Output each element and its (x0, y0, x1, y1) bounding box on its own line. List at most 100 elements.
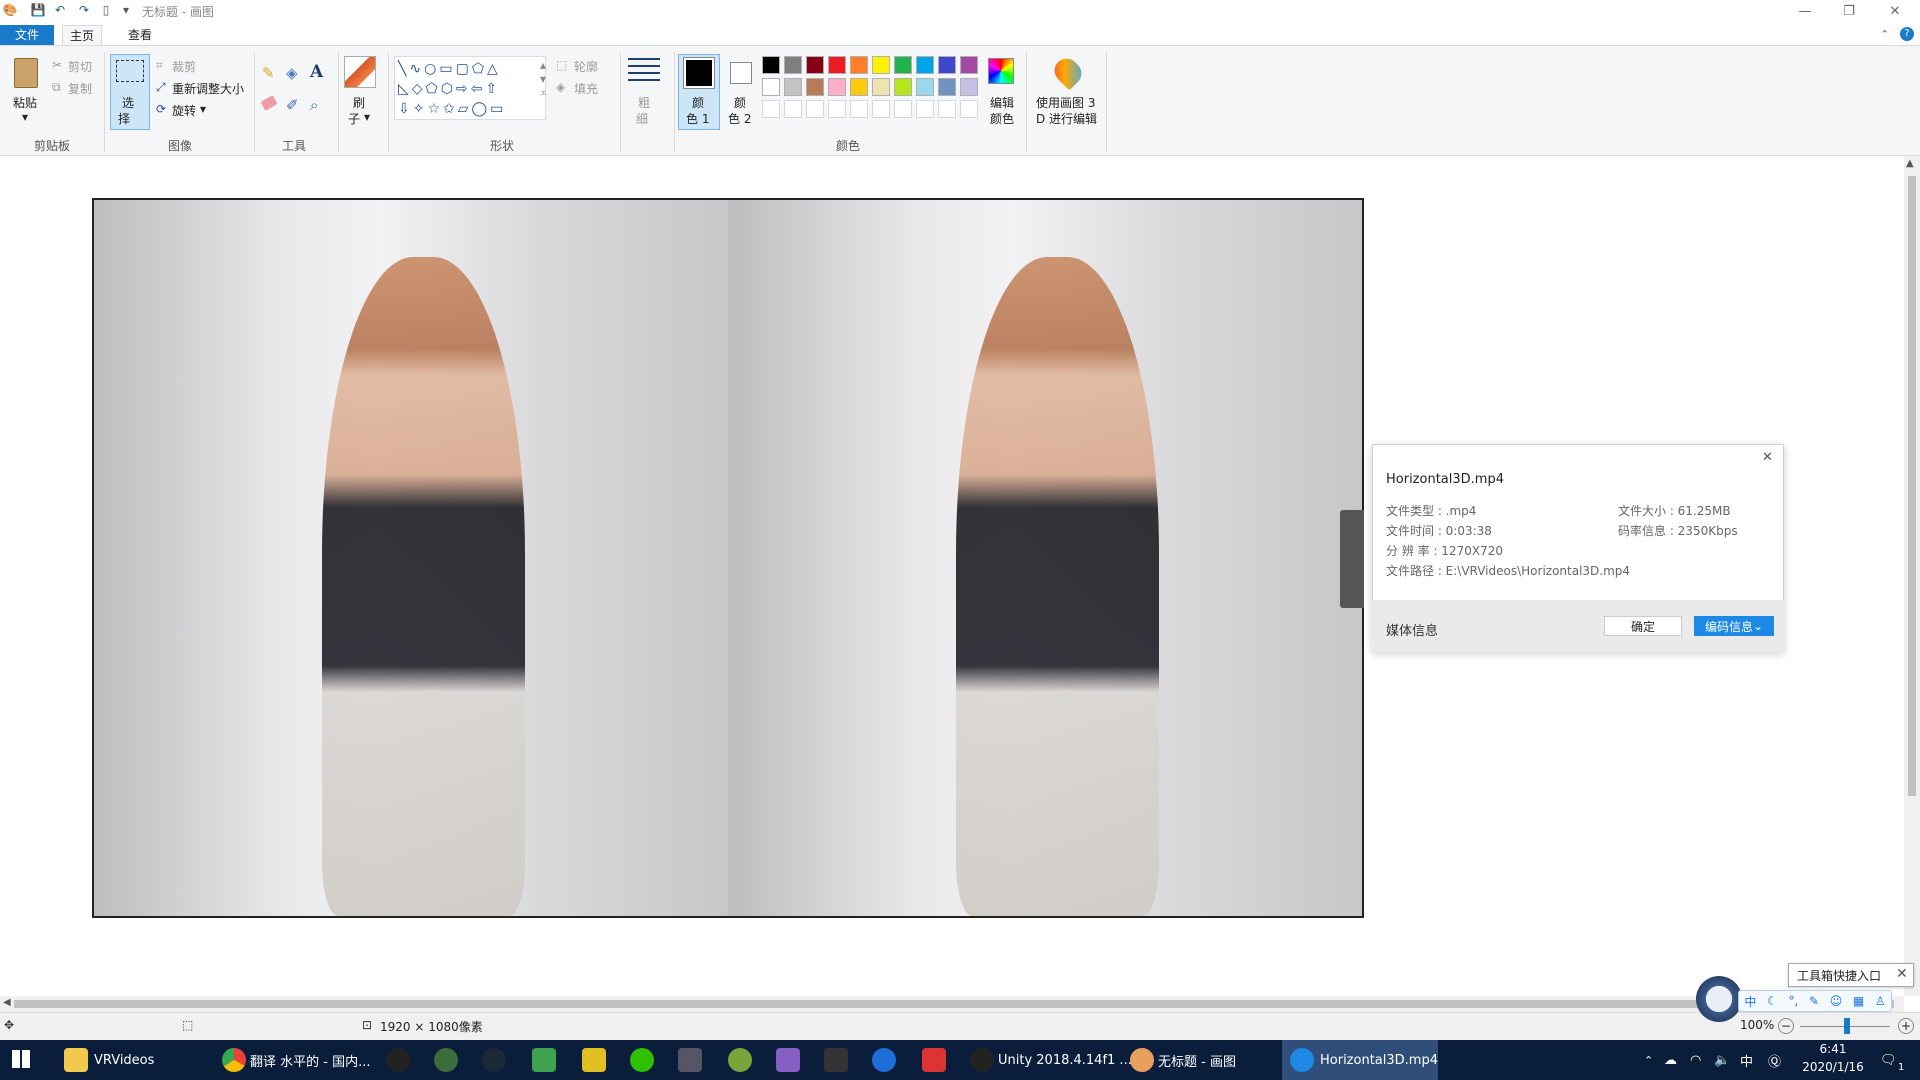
color-swatch[interactable] (916, 78, 934, 96)
tab-home[interactable]: 主页 (62, 25, 102, 45)
color-swatch[interactable] (828, 100, 846, 118)
cut-icon[interactable]: ✂ (52, 58, 62, 72)
shapes-scroll-icon[interactable]: ▴ ▾ ⩡ (540, 58, 547, 100)
grid-icon[interactable]: ▦ (1853, 994, 1864, 1008)
ime-indicator[interactable]: 中 (1740, 1040, 1753, 1080)
color-swatch[interactable] (850, 100, 868, 118)
color-swatch[interactable] (828, 56, 846, 74)
color-swatch[interactable] (762, 100, 780, 118)
fill-bucket-icon[interactable]: ◈ (286, 64, 298, 82)
color2-swatch[interactable] (730, 62, 752, 84)
color-swatch[interactable] (938, 56, 956, 74)
maximize-button[interactable]: ❐ (1826, 0, 1872, 22)
magnifier-icon[interactable]: ⌕ (310, 96, 318, 114)
crop-button[interactable]: 裁剪 (172, 58, 196, 75)
color-swatch[interactable] (872, 56, 890, 74)
size-label-1[interactable]: 粗 (638, 94, 650, 111)
app-icon[interactable] (824, 1048, 848, 1072)
emoji-icon[interactable]: ☺ (1830, 994, 1843, 1008)
volume-icon[interactable]: 🔈 (1714, 1040, 1730, 1080)
taskbar-item-chrome[interactable]: 翻译 水平的 - 国内... (250, 1040, 371, 1080)
heart-app-icon[interactable] (922, 1048, 946, 1072)
taskbar-item-player[interactable]: Horizontal3D.mp4 (1320, 1040, 1438, 1080)
resize-button[interactable]: 重新调整大小 (172, 80, 244, 97)
scroll-up-icon[interactable]: ▲ (1906, 158, 1914, 169)
paint-app-icon[interactable]: 🎨 (2, 2, 18, 18)
color-swatch[interactable] (872, 78, 890, 96)
chrome-icon[interactable] (222, 1048, 246, 1072)
color-swatch[interactable] (806, 100, 824, 118)
taskbar-item-vrvideos[interactable]: VRVideos (94, 1040, 154, 1080)
copy-icon[interactable]: ⧉ (52, 80, 61, 95)
punctuation-icon[interactable]: °, (1788, 994, 1798, 1008)
minimize-button[interactable]: — (1782, 0, 1828, 22)
brushes-icon[interactable] (344, 56, 376, 88)
clock-date[interactable]: 2020/1/16 (1798, 1060, 1868, 1074)
crop-icon[interactable]: ⌗ (156, 58, 163, 73)
close-button[interactable]: ✕ (1872, 0, 1918, 22)
popup-close-icon[interactable]: ✕ (1762, 450, 1773, 465)
save-icon[interactable]: 💾 (30, 2, 46, 18)
color-swatch[interactable] (784, 56, 802, 74)
horizontal-scroll-thumb[interactable] (14, 1000, 1894, 1008)
zoom-out-icon[interactable]: − (1778, 1018, 1794, 1034)
tooltip-close-icon[interactable]: ✕ (1896, 966, 1908, 982)
color-swatch[interactable] (806, 56, 824, 74)
tray-chevron-icon[interactable]: ⌃ (1644, 1040, 1653, 1080)
scroll-left-icon[interactable]: ◀ (3, 997, 11, 1008)
wechat-icon[interactable] (630, 1048, 654, 1072)
color-swatch[interactable] (894, 100, 912, 118)
color-swatch[interactable] (828, 78, 846, 96)
fill-button[interactable]: 填充 (574, 80, 598, 97)
taskbar-item-unity[interactable]: Unity 2018.4.14f1 ... (998, 1040, 1132, 1080)
search-app-icon[interactable]: Ⓠ (1768, 1040, 1781, 1080)
notepad-icon[interactable] (532, 1048, 556, 1072)
color-swatch[interactable] (806, 78, 824, 96)
size-label-2[interactable]: 细 (636, 110, 648, 127)
side-panel-handle[interactable] (1340, 510, 1364, 608)
copy-button[interactable]: 复制 (68, 80, 92, 97)
app-icon[interactable] (872, 1048, 896, 1072)
help-icon[interactable]: ? (1900, 27, 1914, 41)
video-frame-image[interactable] (92, 198, 1364, 918)
visual-studio-icon[interactable] (776, 1048, 800, 1072)
color-swatch[interactable] (784, 78, 802, 96)
color-swatch[interactable] (916, 100, 934, 118)
shapes-gallery-icons[interactable]: ╲∿○▭▢⬠△ ◺◇⬠⬡⇨⇦⇧ ⇩✧☆✩▱◯▭ (398, 59, 544, 119)
outline-icon[interactable]: ⬚ (556, 58, 567, 72)
color-swatch[interactable] (850, 78, 868, 96)
size-icon[interactable] (628, 58, 660, 82)
paste-label[interactable]: 粘贴 (13, 94, 37, 111)
paint3d-label-2[interactable]: D 进行编辑 (1036, 110, 1097, 127)
tab-file[interactable]: 文件 (0, 25, 54, 45)
color-swatch[interactable] (784, 100, 802, 118)
edit-colors-icon[interactable] (988, 58, 1014, 84)
android-icon[interactable] (728, 1048, 752, 1072)
color-swatch[interactable] (960, 56, 978, 74)
color-swatch[interactable] (960, 78, 978, 96)
customize-arrow-icon[interactable]: ▾ (118, 2, 134, 18)
rotate-button[interactable]: 旋转 (172, 102, 196, 119)
paste-dropdown-icon[interactable]: ▾ (22, 110, 28, 124)
edit-colors-label-2[interactable]: 颜色 (990, 110, 1014, 127)
video-player-icon[interactable] (1290, 1048, 1314, 1072)
color-picker-icon[interactable]: ✐ (286, 96, 299, 114)
rotate-icon[interactable]: ⟳ (156, 102, 166, 116)
fill-icon[interactable]: ◈ (556, 80, 565, 94)
paste-icon[interactable] (14, 58, 38, 88)
undo-icon[interactable]: ↶ (52, 2, 68, 18)
paint-app-icon[interactable] (1130, 1048, 1154, 1072)
outline-button[interactable]: 轮廓 (574, 58, 598, 75)
app-icon[interactable] (582, 1048, 606, 1072)
moon-icon[interactable]: ☾ (1767, 994, 1778, 1008)
color2-label-2[interactable]: 色 2 (728, 110, 751, 127)
color-swatch[interactable] (960, 100, 978, 118)
paint3d-label-1[interactable]: 使用画图 3 (1036, 94, 1095, 111)
steam-icon[interactable] (482, 1048, 506, 1072)
pencil-icon[interactable]: ✎ (262, 64, 275, 82)
color-swatch[interactable] (762, 78, 780, 96)
unity-icon[interactable] (970, 1048, 994, 1072)
color-swatch[interactable] (872, 100, 890, 118)
collapse-ribbon-icon[interactable]: ⌃ (1880, 28, 1889, 41)
ok-button[interactable]: 确定 (1604, 616, 1682, 636)
